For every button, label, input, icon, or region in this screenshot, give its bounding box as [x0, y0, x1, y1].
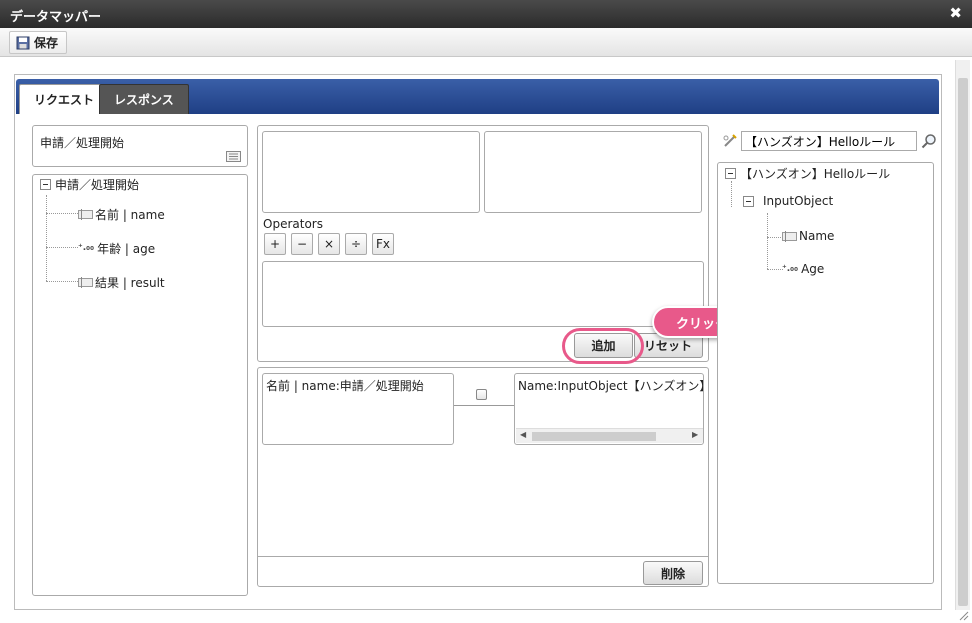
source-drop-box[interactable] [262, 131, 480, 213]
divide-operator-button[interactable]: ÷ [345, 233, 367, 255]
toolbar: 保存 [0, 28, 972, 57]
tab-bar: リクエスト レスポンス [16, 79, 939, 114]
collapse-icon[interactable] [725, 168, 736, 179]
tree-node-label: InputObject [763, 194, 834, 208]
plus-operator-button[interactable]: + [264, 233, 286, 255]
tree-node-label: 結果 | result [95, 276, 165, 290]
tree-node-label: 申請／処理開始 [55, 178, 140, 192]
mapping-list-divider [258, 556, 708, 557]
mapping-connector [454, 405, 515, 406]
tree-node-age-field[interactable]: ⁺.₀₀ Age [782, 262, 824, 276]
tree-node-input-object[interactable]: InputObject [743, 194, 833, 208]
tree-connector [767, 237, 783, 238]
tree-node-label: 年齢 | age [97, 242, 156, 256]
tree-node-age[interactable]: ⁺.₀₀ 年齢 | age [78, 240, 155, 257]
tree-node-name-field[interactable]: Name [782, 229, 834, 243]
tree-connector [46, 195, 47, 281]
mapping-target-scrollbar[interactable]: ◀ ▶ [516, 428, 703, 443]
operators-label: Operators [263, 217, 323, 231]
source-tree-panel [32, 174, 248, 596]
tree-connector [46, 281, 78, 282]
tree-connector [46, 247, 78, 248]
source-header-panel: 申請／処理開始 [32, 125, 248, 167]
tree-node-result[interactable]: 結果 | result [78, 274, 165, 291]
tree-connector [767, 269, 783, 270]
tree-node-root[interactable]: 申請／処理開始 [40, 176, 139, 193]
string-field-icon [782, 230, 797, 242]
string-field-icon [78, 277, 93, 288]
tree-node-name[interactable]: 名前 | name [78, 206, 165, 223]
function-operator-button[interactable]: Fx [372, 233, 394, 255]
tree-node-label: 名前 | name [95, 208, 165, 222]
mapping-target-text: Name:InputObject【ハンズオン】Hel [518, 379, 703, 393]
collapse-icon[interactable] [743, 195, 754, 207]
close-icon[interactable]: ✖ [949, 4, 962, 22]
delete-button[interactable]: 削除 [643, 561, 703, 585]
multiply-operator-button[interactable]: × [318, 233, 340, 255]
mapping-source-text: 名前 | name:申請／処理開始 [266, 379, 424, 393]
resize-grip-icon[interactable] [957, 609, 969, 621]
mapping-checkbox[interactable] [476, 389, 487, 400]
scroll-left-icon[interactable]: ◀ [520, 430, 526, 439]
number-field-icon: ⁺.₀₀ [78, 243, 95, 253]
target-search-input[interactable] [741, 131, 917, 151]
tab-request[interactable]: リクエスト [19, 84, 110, 114]
target-tree-panel [717, 162, 934, 584]
number-field-icon: ⁺.₀₀ [782, 263, 799, 274]
tree-node-label: 【ハンズオン】Helloルール [740, 167, 891, 181]
list-icon[interactable] [226, 151, 241, 162]
tree-node-label: Name [799, 229, 835, 243]
collapse-icon[interactable] [40, 179, 51, 190]
search-icon[interactable] [921, 133, 937, 149]
scroll-thumb[interactable] [958, 78, 968, 606]
target-drop-box[interactable] [484, 131, 702, 213]
minus-operator-button[interactable]: − [291, 233, 313, 255]
tree-node-rule[interactable]: 【ハンズオン】Helloルール [725, 165, 890, 182]
save-button[interactable]: 保存 [9, 31, 68, 54]
window-scrollbar[interactable] [955, 60, 970, 610]
source-header-title: 申請／処理開始 [40, 136, 125, 150]
tree-connector [731, 181, 732, 207]
save-icon [16, 36, 30, 49]
mapping-source-box[interactable]: 名前 | name:申請／処理開始 [262, 373, 454, 445]
click-highlight-ring [562, 328, 644, 364]
tree-connector [767, 213, 768, 269]
tab-response[interactable]: レスポンス [99, 84, 189, 114]
window-titlebar: データマッパー ✖ [0, 0, 972, 28]
tree-node-label: Age [801, 262, 825, 276]
filter-icon [723, 134, 737, 147]
window-title: データマッパー [10, 10, 102, 25]
scroll-right-icon[interactable]: ▶ [692, 430, 698, 439]
save-label: 保存 [34, 36, 59, 50]
string-field-icon [78, 209, 93, 220]
scroll-thumb[interactable] [532, 432, 656, 441]
tree-connector [46, 213, 78, 214]
expression-textarea[interactable] [262, 261, 704, 327]
